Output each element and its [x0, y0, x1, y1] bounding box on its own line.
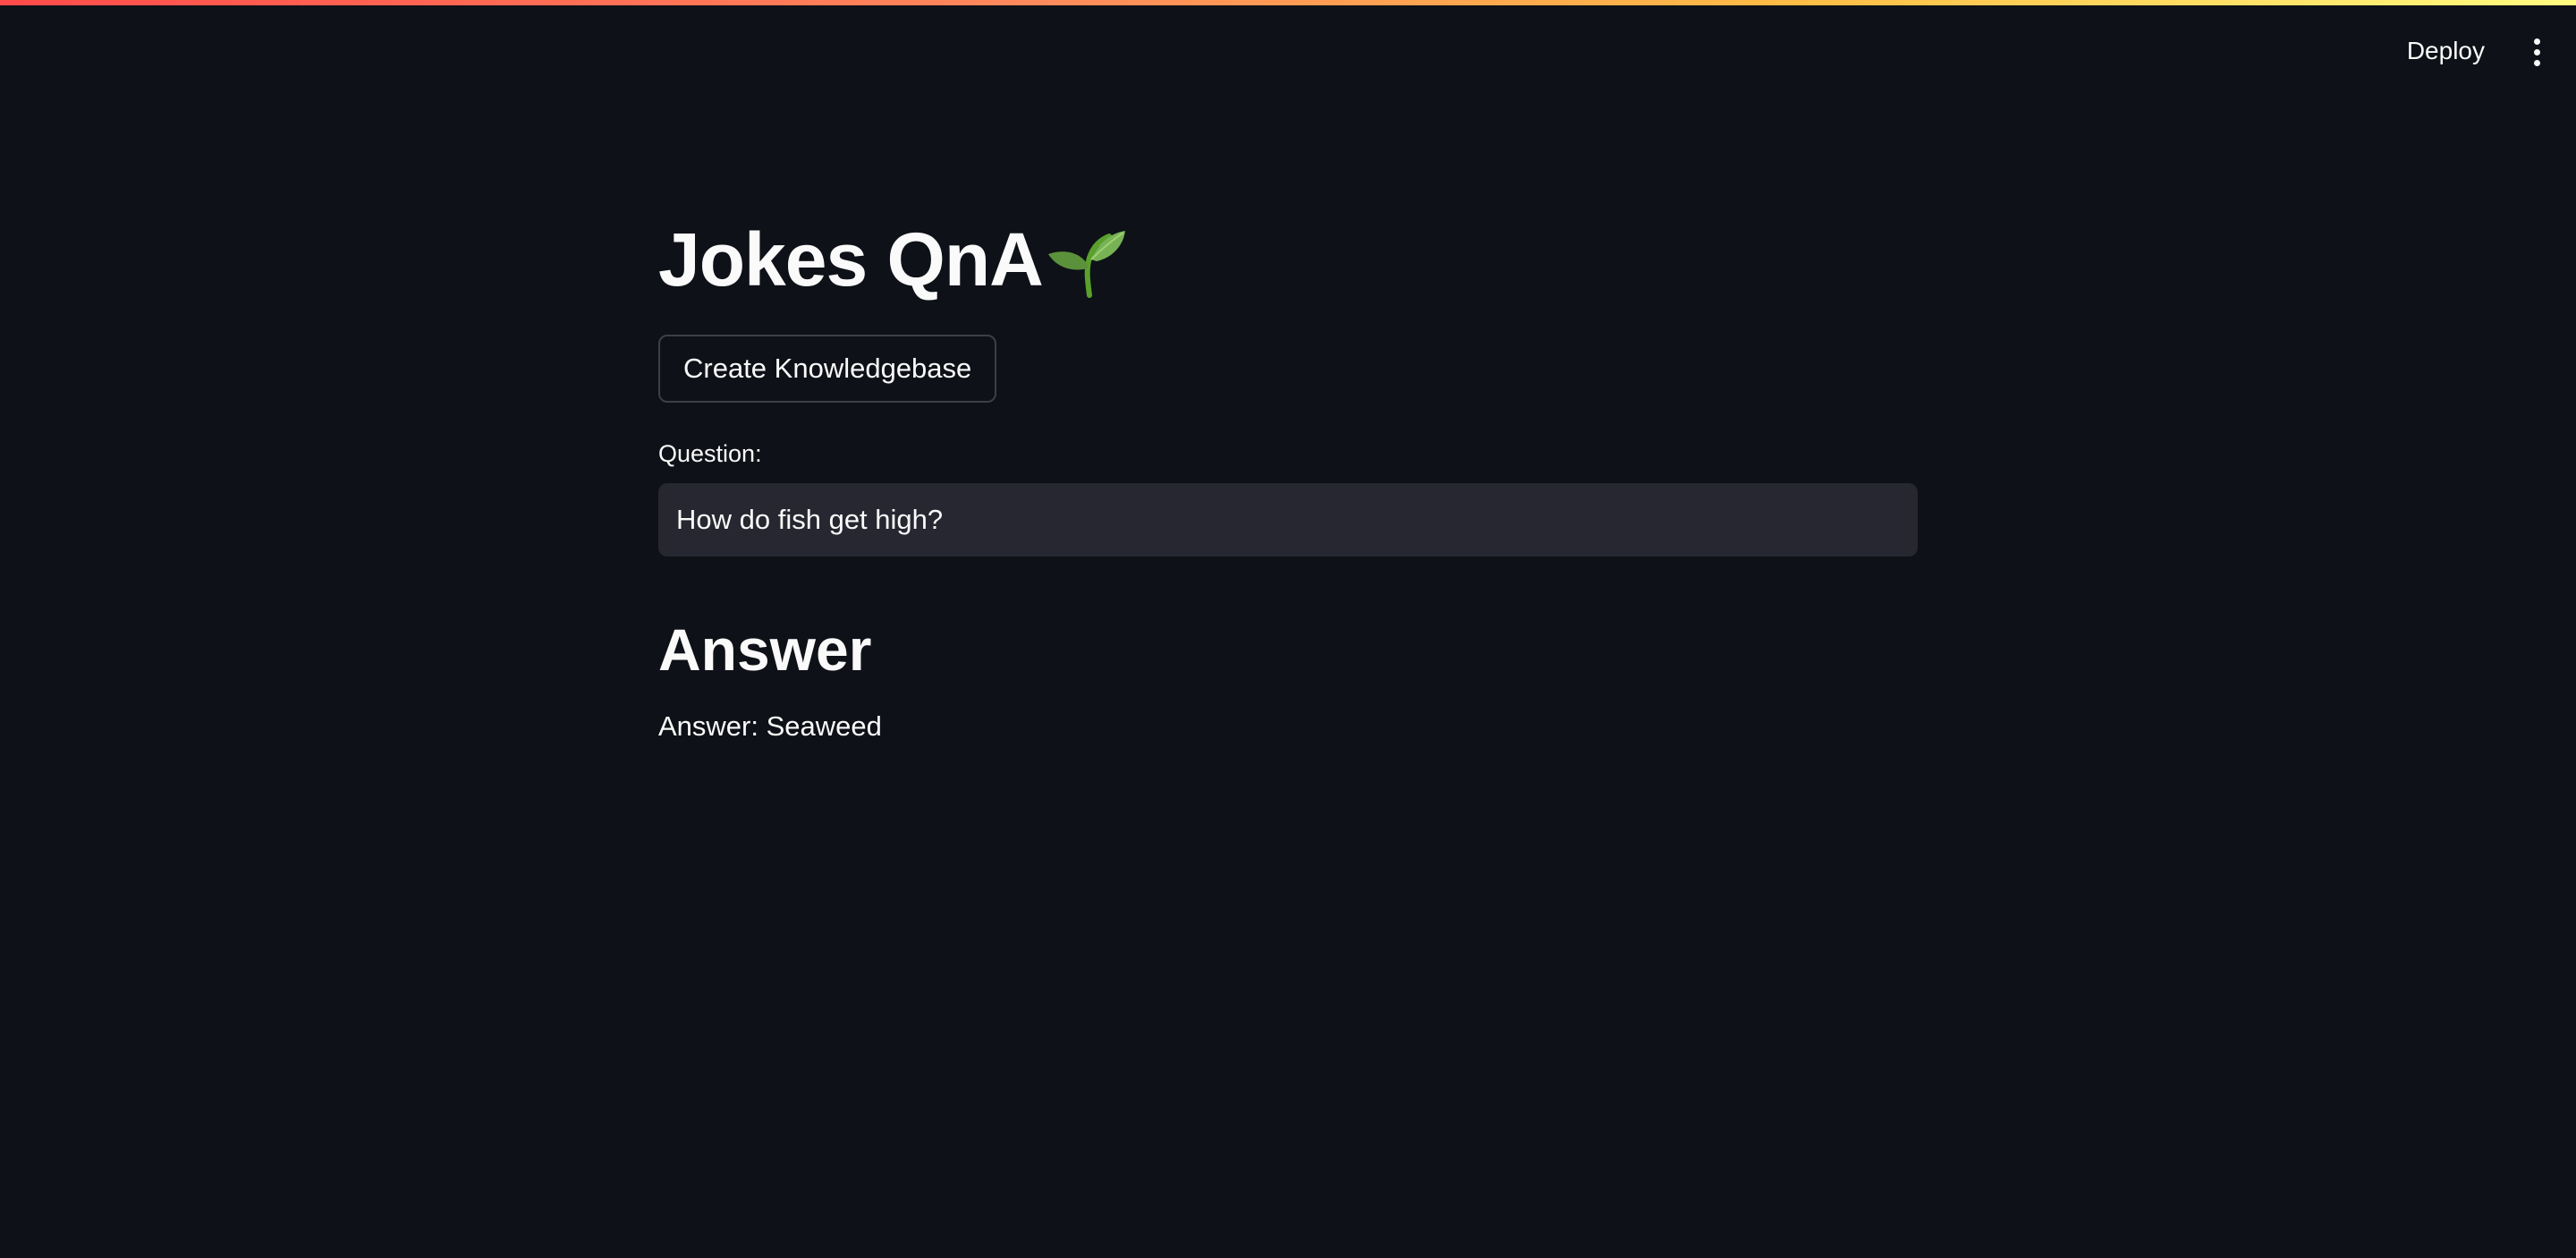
seedling-icon	[1047, 231, 1125, 298]
question-label: Question:	[658, 440, 762, 467]
deploy-button[interactable]: Deploy	[2391, 25, 2501, 77]
answer-text: Answer: Seaweed	[658, 710, 882, 742]
main-menu-button[interactable]	[2521, 32, 2553, 72]
app-header: Deploy	[0, 5, 2576, 91]
kebab-menu-icon	[2533, 38, 2540, 66]
page-title-text: Jokes QnA	[658, 217, 1044, 302]
main-content: Jokes QnA Create Knowledgebase Question:…	[658, 215, 1918, 744]
question-input[interactable]	[658, 483, 1918, 557]
answer-heading: Answer	[658, 616, 872, 683]
page-title: Jokes QnA	[658, 215, 1918, 304]
create-knowledgebase-button[interactable]: Create Knowledgebase	[658, 335, 997, 403]
